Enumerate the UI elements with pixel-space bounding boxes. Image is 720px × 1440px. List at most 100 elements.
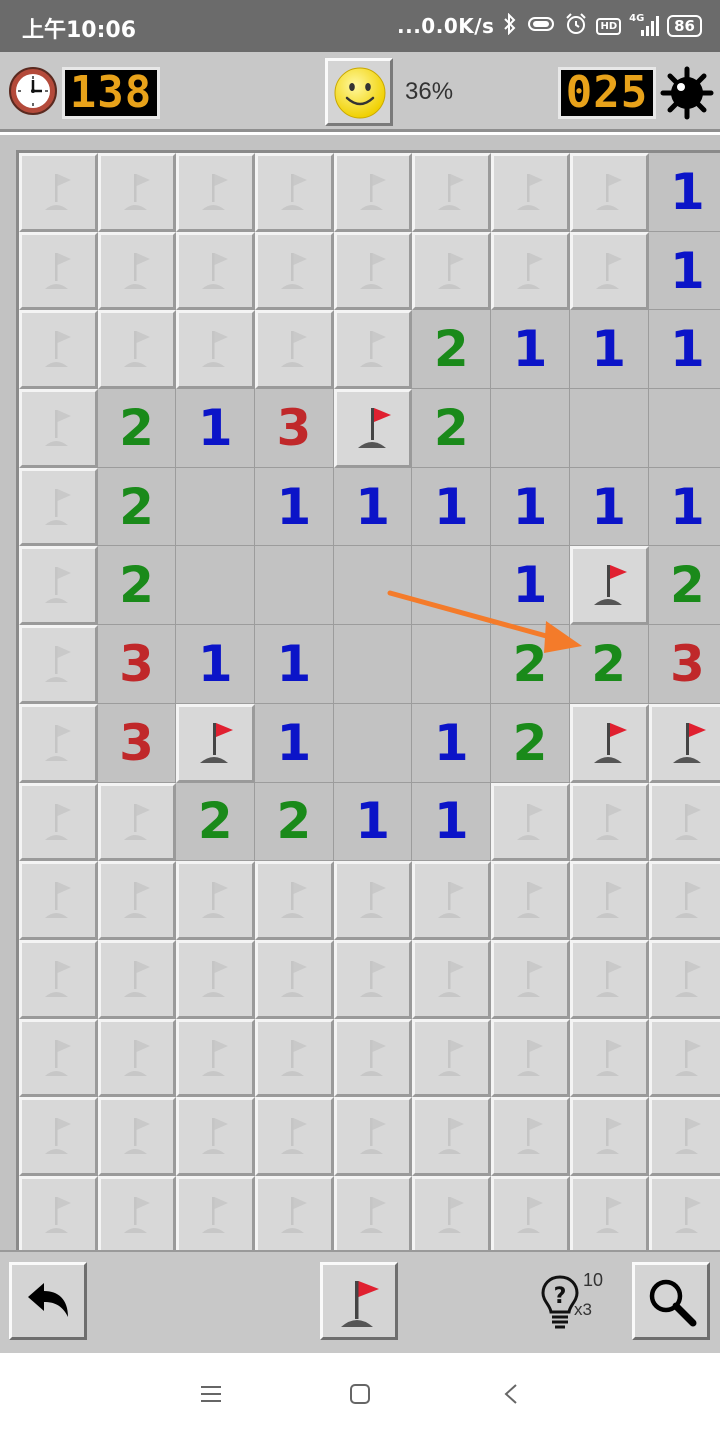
hidden-cell[interactable] [176, 1018, 256, 1098]
number-cell[interactable]: 1 [648, 467, 720, 547]
hidden-cell[interactable] [491, 1175, 570, 1250]
hidden-cell[interactable] [648, 1175, 720, 1250]
hidden-cell[interactable] [255, 1097, 334, 1176]
open-empty-cell[interactable] [255, 546, 334, 626]
number-cell[interactable]: 2 [97, 467, 177, 547]
hidden-cell[interactable] [19, 153, 98, 232]
hidden-cell[interactable] [97, 1175, 177, 1250]
number-cell[interactable]: 1 [333, 467, 413, 547]
open-empty-cell[interactable] [569, 389, 649, 468]
hidden-cell[interactable] [19, 389, 98, 468]
hidden-cell[interactable] [97, 310, 177, 390]
number-cell[interactable]: 2 [491, 703, 570, 783]
number-cell[interactable]: 2 [255, 782, 334, 862]
minefield-grid[interactable]: 1121112132211111121231122331122211 [16, 150, 720, 1250]
hidden-cell[interactable] [19, 861, 98, 940]
hidden-cell[interactable] [97, 861, 177, 940]
menu-icon[interactable] [200, 1383, 222, 1409]
hidden-cell[interactable] [491, 153, 570, 232]
open-empty-cell[interactable] [333, 703, 413, 783]
open-empty-cell[interactable] [333, 546, 413, 626]
hidden-cell[interactable] [97, 782, 177, 862]
flagged-cell[interactable] [569, 703, 649, 783]
hidden-cell[interactable] [648, 1097, 720, 1176]
hidden-cell[interactable] [19, 1018, 98, 1098]
hidden-cell[interactable] [491, 1018, 570, 1098]
hidden-cell[interactable] [19, 310, 98, 390]
hidden-cell[interactable] [412, 231, 492, 311]
number-cell[interactable]: 2 [97, 546, 177, 626]
number-cell[interactable]: 3 [255, 389, 334, 468]
hidden-cell[interactable] [176, 310, 256, 390]
hidden-cell[interactable] [176, 1175, 256, 1250]
settings-mine-icon[interactable] [660, 66, 714, 120]
hidden-cell[interactable] [19, 703, 98, 783]
hidden-cell[interactable] [569, 782, 649, 862]
number-cell[interactable]: 2 [648, 546, 720, 626]
open-empty-cell[interactable] [176, 467, 256, 547]
number-cell[interactable]: 2 [412, 389, 492, 468]
hidden-cell[interactable] [97, 153, 177, 232]
flag-mode-button[interactable] [320, 1262, 398, 1340]
hidden-cell[interactable] [333, 861, 413, 940]
open-empty-cell[interactable] [648, 389, 720, 468]
number-cell[interactable]: 1 [648, 310, 720, 390]
hidden-cell[interactable] [19, 546, 98, 626]
number-cell[interactable]: 1 [255, 625, 334, 704]
hidden-cell[interactable] [255, 310, 334, 390]
number-cell[interactable]: 1 [176, 625, 256, 704]
hidden-cell[interactable] [255, 1018, 334, 1098]
home-icon[interactable] [349, 1383, 371, 1409]
hidden-cell[interactable] [648, 861, 720, 940]
hidden-cell[interactable] [333, 231, 413, 311]
hidden-cell[interactable] [412, 939, 492, 1019]
hidden-cell[interactable] [97, 939, 177, 1019]
number-cell[interactable]: 1 [333, 782, 413, 862]
number-cell[interactable]: 2 [97, 389, 177, 468]
hidden-cell[interactable] [19, 1097, 98, 1176]
hidden-cell[interactable] [19, 939, 98, 1019]
hidden-cell[interactable] [569, 1175, 649, 1250]
hidden-cell[interactable] [648, 782, 720, 862]
number-cell[interactable]: 2 [412, 310, 492, 390]
number-cell[interactable]: 1 [491, 467, 570, 547]
number-cell[interactable]: 3 [648, 625, 720, 704]
undo-button[interactable] [9, 1262, 87, 1340]
number-cell[interactable]: 1 [648, 231, 720, 311]
hidden-cell[interactable] [491, 782, 570, 862]
open-empty-cell[interactable] [333, 625, 413, 704]
number-cell[interactable]: 2 [569, 625, 649, 704]
hidden-cell[interactable] [648, 1018, 720, 1098]
hidden-cell[interactable] [176, 861, 256, 940]
new-game-button[interactable] [325, 58, 393, 126]
hidden-cell[interactable] [412, 1018, 492, 1098]
hidden-cell[interactable] [569, 153, 649, 232]
flagged-cell[interactable] [333, 389, 413, 468]
hidden-cell[interactable] [19, 782, 98, 862]
hidden-cell[interactable] [569, 939, 649, 1019]
number-cell[interactable]: 3 [97, 625, 177, 704]
number-cell[interactable]: 1 [412, 703, 492, 783]
zoom-button[interactable] [632, 1262, 710, 1340]
number-cell[interactable]: 1 [412, 782, 492, 862]
hidden-cell[interactable] [19, 467, 98, 547]
open-empty-cell[interactable] [491, 389, 570, 468]
hidden-cell[interactable] [648, 939, 720, 1019]
number-cell[interactable]: 1 [648, 153, 720, 232]
hidden-cell[interactable] [97, 1018, 177, 1098]
number-cell[interactable]: 1 [255, 703, 334, 783]
number-cell[interactable]: 1 [412, 467, 492, 547]
hidden-cell[interactable] [569, 861, 649, 940]
number-cell[interactable]: 1 [569, 310, 649, 390]
number-cell[interactable]: 3 [97, 703, 177, 783]
hidden-cell[interactable] [569, 231, 649, 311]
hidden-cell[interactable] [491, 939, 570, 1019]
flagged-cell[interactable] [176, 703, 256, 783]
number-cell[interactable]: 2 [176, 782, 256, 862]
open-empty-cell[interactable] [176, 546, 256, 626]
hidden-cell[interactable] [176, 153, 256, 232]
open-empty-cell[interactable] [412, 625, 492, 704]
hidden-cell[interactable] [333, 1175, 413, 1250]
flagged-cell[interactable] [648, 703, 720, 783]
hidden-cell[interactable] [491, 231, 570, 311]
